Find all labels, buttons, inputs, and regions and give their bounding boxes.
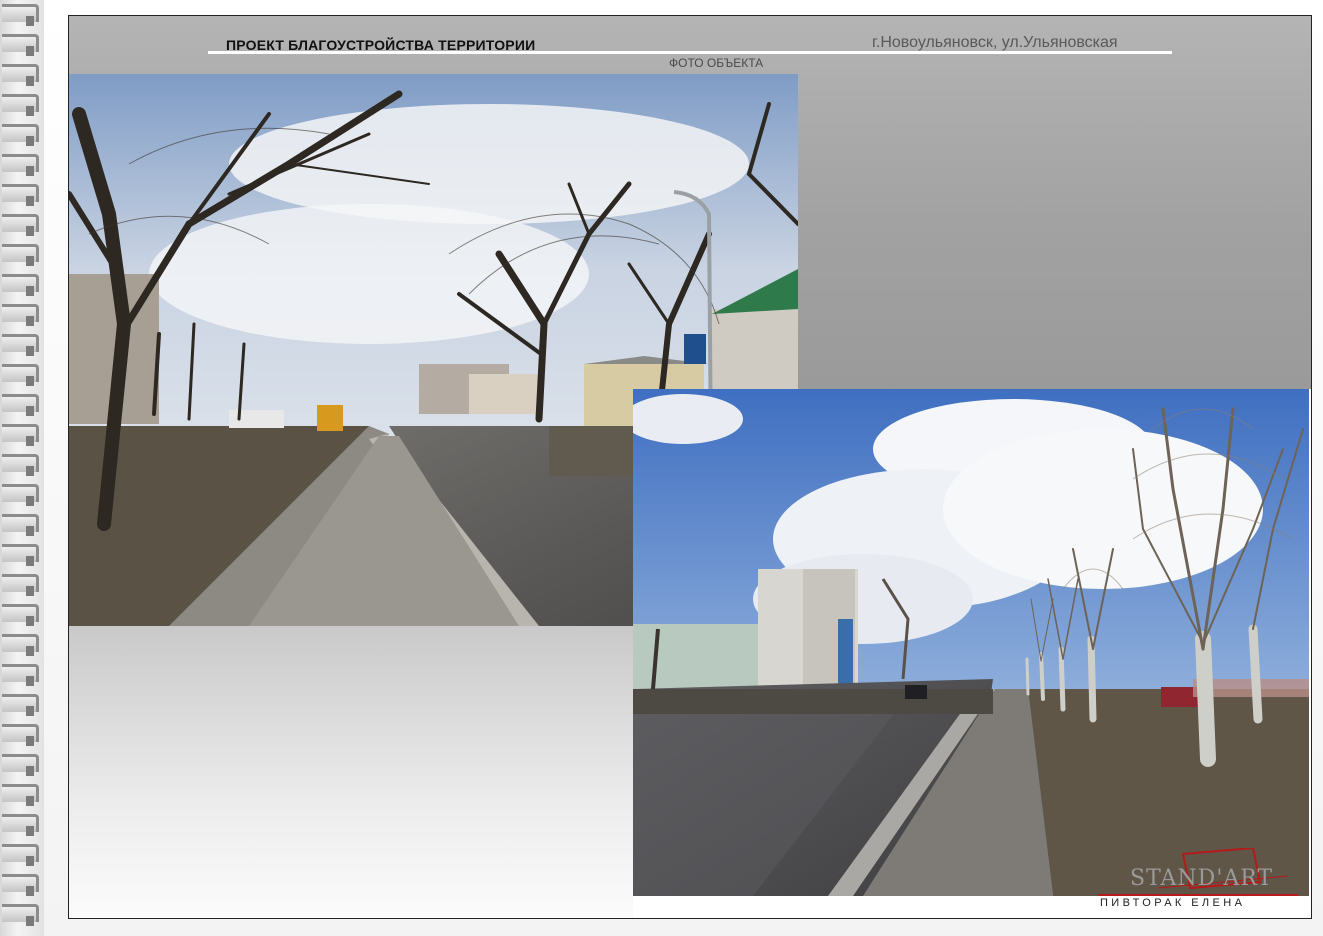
binding-ring (2, 814, 39, 836)
binding-ring (2, 514, 39, 536)
binding-ring (2, 274, 39, 296)
studio-logo: STAND'ART ПИВТОРАК ЕЛЕНА (1098, 848, 1303, 912)
binding-ring (2, 874, 39, 896)
binding-ring (2, 424, 39, 446)
binding-ring (2, 484, 39, 506)
binding-ring (2, 694, 39, 716)
binding-ring (2, 244, 39, 266)
binding-ring (2, 394, 39, 416)
binding-ring (2, 154, 39, 176)
project-address: г.Новоульяновск, ул.Ульяновская (872, 34, 1118, 51)
binding-ring (2, 634, 39, 656)
binding-ring (2, 844, 39, 866)
binding-ring (2, 544, 39, 566)
binding-ring (2, 334, 39, 356)
binding-ring (2, 184, 39, 206)
binding-ring (2, 124, 39, 146)
binding-ring (2, 364, 39, 386)
binding-ring (2, 574, 39, 596)
gradient-panel (69, 626, 633, 918)
spiral-binding (0, 0, 44, 936)
author-name: ПИВТОРАК ЕЛЕНА (1100, 897, 1246, 909)
binding-ring (2, 214, 39, 236)
binding-ring (2, 34, 39, 56)
binding-ring (2, 454, 39, 476)
binding-ring (2, 724, 39, 746)
binding-ring (2, 4, 39, 26)
site-photo-2 (633, 389, 1309, 896)
binding-ring (2, 664, 39, 686)
binding-ring (2, 94, 39, 116)
binding-ring (2, 904, 39, 926)
logo-wordmark: STAND'ART (1130, 866, 1274, 891)
binding-ring (2, 754, 39, 776)
logo-underline (1098, 894, 1298, 896)
binding-ring (2, 784, 39, 806)
binding-ring (2, 64, 39, 86)
title-rule (208, 51, 1172, 54)
photo-caption: ФОТО ОБЪЕКТА (669, 56, 764, 70)
binding-ring (2, 604, 39, 626)
binding-ring (2, 304, 39, 326)
